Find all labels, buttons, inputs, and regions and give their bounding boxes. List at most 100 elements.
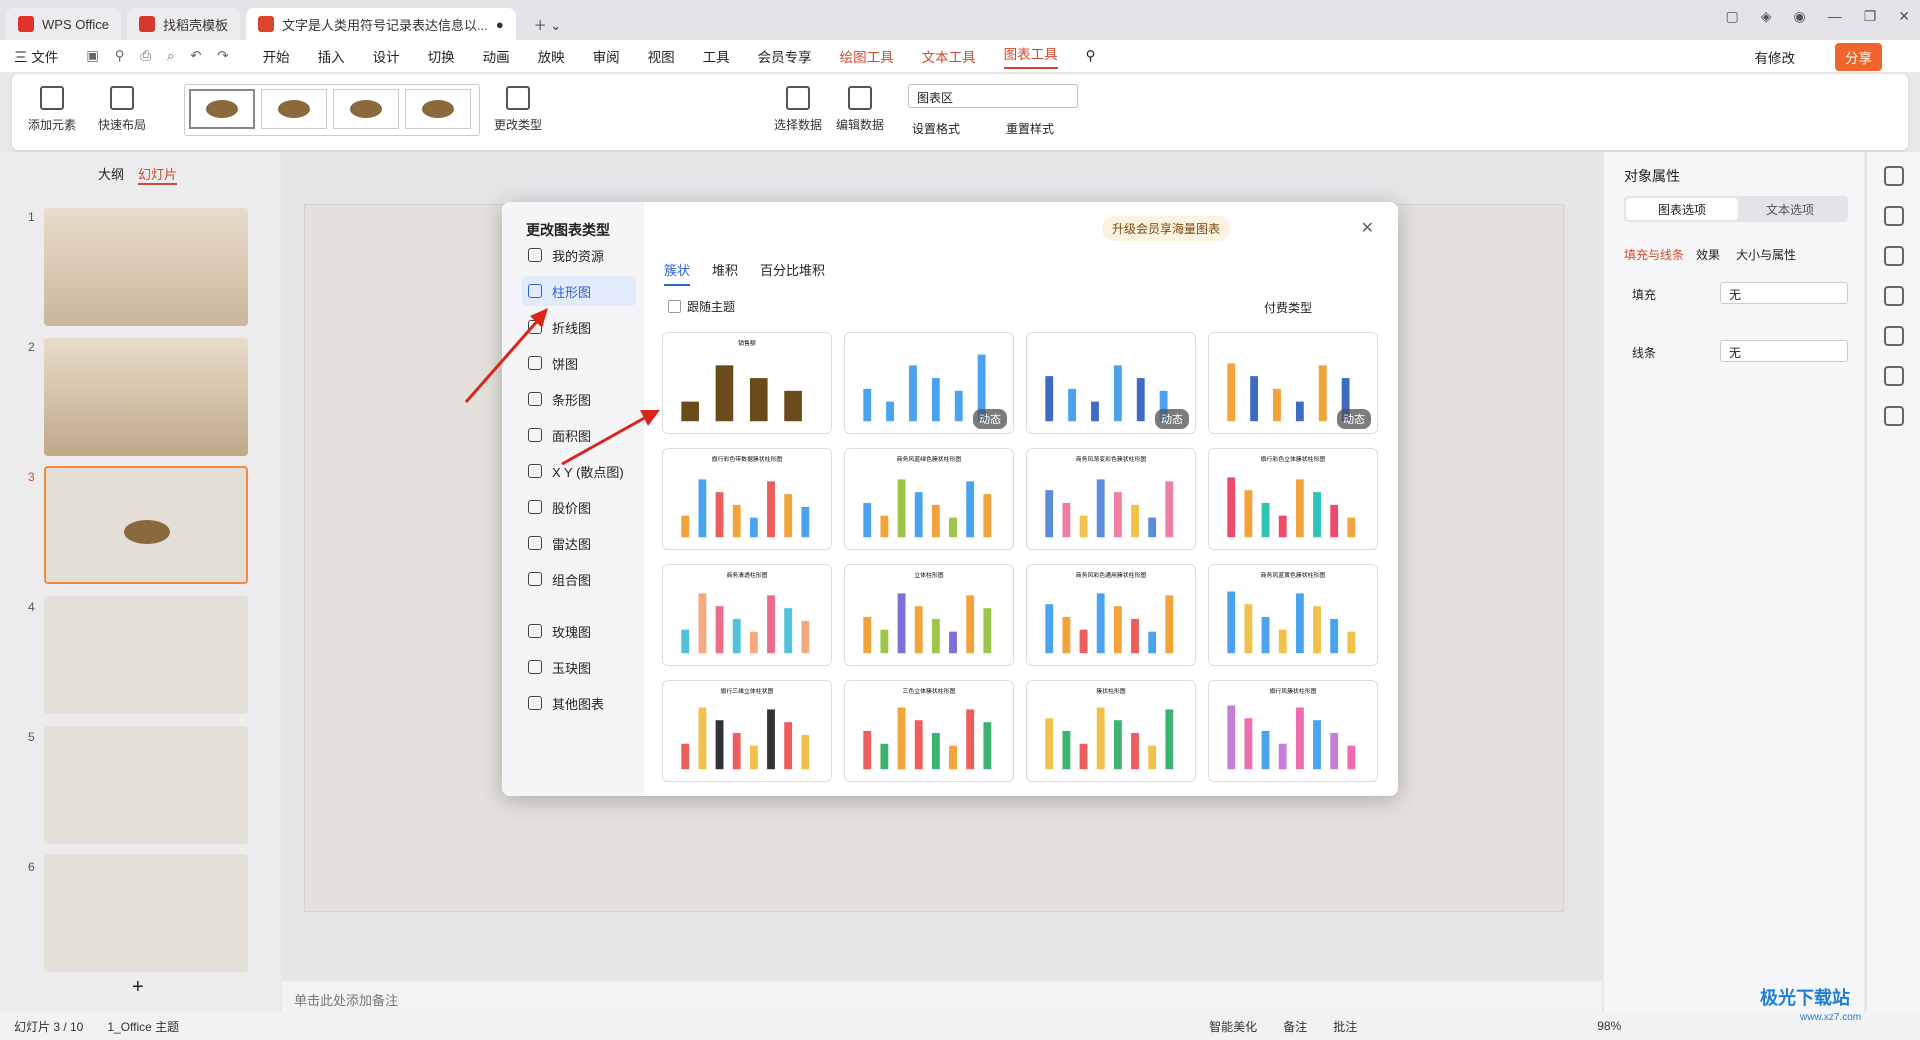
- quick-tools[interactable]: ▣ ⚲ ⎙ ⌕ ↶ ↷: [86, 48, 234, 64]
- menu-transition[interactable]: 切换: [428, 46, 455, 66]
- percent-stacked-tab[interactable]: 百分比堆积: [760, 260, 825, 286]
- category-12[interactable]: 其他图表: [522, 688, 636, 718]
- menu-animation[interactable]: 动画: [483, 46, 510, 66]
- chart-template-card[interactable]: 旗行彩色立体簇状柱形图: [1208, 448, 1378, 550]
- slide-thumb-2[interactable]: [44, 338, 248, 456]
- chart-template-card[interactable]: 旗行风簇状柱形图: [1208, 680, 1378, 782]
- style-thumb[interactable]: [261, 89, 327, 129]
- share-button[interactable]: 分享: [1835, 43, 1882, 71]
- category-8[interactable]: 雷达图: [522, 528, 636, 558]
- settings-icon[interactable]: [1883, 166, 1904, 186]
- size-props-tab[interactable]: 大小与属性: [1736, 246, 1796, 263]
- chart-options-tab[interactable]: 图表选项: [1626, 198, 1738, 220]
- quick-layout-button[interactable]: 快速布局: [98, 86, 146, 133]
- tab-wps-office[interactable]: WPS Office: [6, 8, 121, 40]
- restore-icon[interactable]: ❐: [1864, 8, 1877, 25]
- tab-template[interactable]: 找稻壳模板: [126, 8, 240, 40]
- outline-tab[interactable]: 大纲: [98, 164, 124, 185]
- line-select[interactable]: 无: [1720, 340, 1848, 362]
- menu-member[interactable]: 会员专享: [758, 46, 812, 66]
- menu-tools[interactable]: 工具: [703, 46, 730, 66]
- paid-type-dropdown[interactable]: 付费类型: [1264, 299, 1312, 316]
- category-0[interactable]: 我的资源: [522, 240, 636, 270]
- tool-icon[interactable]: [1883, 326, 1904, 346]
- add-slide-button[interactable]: +: [132, 976, 144, 999]
- menu-design[interactable]: 设计: [373, 46, 400, 66]
- tab-document[interactable]: 文字是人类用符号记录表达信息以... ●: [245, 8, 516, 40]
- chart-template-card[interactable]: 商务清透柱形图: [662, 564, 832, 666]
- slide-thumb-6[interactable]: [44, 854, 248, 972]
- slide-thumb-5[interactable]: [44, 726, 248, 844]
- fill-line-tab[interactable]: 填充与线条: [1624, 246, 1684, 263]
- clustered-tab[interactable]: 簇状: [664, 260, 691, 286]
- chart-template-card[interactable]: 三色立体簇状柱形图: [844, 680, 1014, 782]
- category-11[interactable]: 玉玦图: [522, 652, 636, 682]
- chart-template-card[interactable]: 旗行彩色带数据簇状柱形图: [662, 448, 832, 550]
- comment-button[interactable]: 批注: [1333, 1018, 1357, 1035]
- beautify-button[interactable]: 智能美化: [1209, 1018, 1257, 1035]
- style-thumb[interactable]: [405, 89, 471, 129]
- select-data-button[interactable]: 选择数据: [774, 86, 822, 133]
- close-tab-icon[interactable]: ●: [496, 17, 504, 32]
- notes-field[interactable]: 单击此处添加备注: [282, 982, 1602, 1012]
- slide-thumb-3[interactable]: [44, 466, 248, 584]
- menu-chart-tools[interactable]: 图表工具: [1003, 43, 1058, 69]
- text-options-tab[interactable]: 文本选项: [1766, 201, 1814, 218]
- chart-template-card[interactable]: 商务风蓝绿色簇状柱形图: [844, 448, 1014, 550]
- chart-template-card[interactable]: 商务风彩色通用簇状柱形图: [1026, 564, 1196, 666]
- help-icon[interactable]: [1883, 406, 1904, 426]
- menu-slideshow[interactable]: 放映: [538, 46, 565, 66]
- chart-template-card[interactable]: 商务风蓝黄色簇状柱形图: [1208, 564, 1378, 666]
- upgrade-button[interactable]: 升级会员享海量图表: [1102, 216, 1231, 241]
- add-element-button[interactable]: 添加元素: [28, 86, 76, 133]
- modified-status[interactable]: 有修改: [1755, 47, 1796, 67]
- chart-template-card[interactable]: 销售额: [662, 332, 832, 434]
- dialog-close-icon[interactable]: ✕: [1361, 218, 1374, 238]
- copy-icon[interactable]: [1883, 246, 1904, 266]
- menu-text-tools[interactable]: 文本工具: [922, 46, 976, 66]
- book-icon[interactable]: [1883, 366, 1904, 386]
- close-icon[interactable]: ✕: [1898, 8, 1910, 25]
- slide-thumb-4[interactable]: [44, 596, 248, 714]
- category-9[interactable]: 组合图: [522, 564, 636, 594]
- avatar[interactable]: ◉: [1793, 8, 1805, 25]
- style-thumb[interactable]: [189, 89, 255, 129]
- menu-home[interactable]: 开始: [263, 46, 290, 66]
- fill-select[interactable]: 无: [1720, 282, 1848, 304]
- category-10[interactable]: 玫瑰图: [522, 616, 636, 646]
- stacked-tab[interactable]: 堆积: [712, 260, 738, 286]
- reset-style-button[interactable]: 重置样式: [1006, 120, 1054, 137]
- menu-file[interactable]: 三 文件: [14, 46, 58, 66]
- menu-insert[interactable]: 插入: [318, 46, 345, 66]
- edit-data-button[interactable]: 编辑数据: [836, 86, 884, 133]
- effects-tab[interactable]: 效果: [1696, 246, 1720, 263]
- slide-thumb-1[interactable]: [44, 208, 248, 326]
- notes-button[interactable]: 备注: [1283, 1018, 1307, 1035]
- box-icon[interactable]: ◈: [1761, 8, 1772, 25]
- chart-template-card[interactable]: 动态: [1208, 332, 1378, 434]
- image-icon[interactable]: [1883, 286, 1904, 306]
- chart-style-gallery[interactable]: [184, 84, 480, 136]
- zoom-level[interactable]: 98%: [1597, 1019, 1621, 1033]
- star-icon[interactable]: [1883, 206, 1904, 226]
- chart-template-card[interactable]: 商务风渐变彩色簇状柱形图: [1026, 448, 1196, 550]
- minimize-icon[interactable]: —: [1828, 8, 1842, 25]
- chart-template-card[interactable]: 簇状柱形图: [1026, 680, 1196, 782]
- chart-template-card[interactable]: 动态: [1026, 332, 1196, 434]
- chart-template-card[interactable]: 旗行三维立体柱状图: [662, 680, 832, 782]
- menu-review[interactable]: 审阅: [593, 46, 620, 66]
- menu-view[interactable]: 视图: [648, 46, 675, 66]
- set-format-button[interactable]: 设置格式: [912, 120, 960, 137]
- follow-theme-checkbox[interactable]: [668, 300, 681, 313]
- theme-name[interactable]: 1_Office 主题: [107, 1018, 179, 1035]
- menu-drawing-tools[interactable]: 绘图工具: [840, 46, 894, 66]
- style-thumb[interactable]: [333, 89, 399, 129]
- search-icon[interactable]: ⚲: [1086, 48, 1096, 64]
- chart-area-select[interactable]: 图表区: [908, 84, 1078, 108]
- slides-tab[interactable]: 幻灯片: [138, 164, 178, 185]
- change-type-button[interactable]: 更改类型: [494, 86, 542, 133]
- layout-icon[interactable]: ▢: [1725, 8, 1738, 25]
- chart-template-card[interactable]: 立体柱形图: [844, 564, 1014, 666]
- chart-template-card[interactable]: 动态: [844, 332, 1014, 434]
- category-7[interactable]: 股价图: [522, 492, 636, 522]
